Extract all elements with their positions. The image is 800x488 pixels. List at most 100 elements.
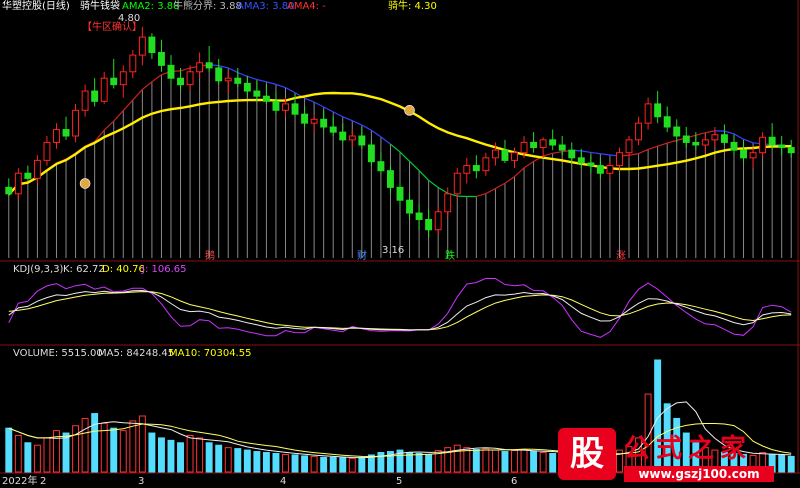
support-line-segment	[514, 167, 525, 178]
candle-body	[367, 144, 375, 163]
watermark-title: 公式之家	[624, 434, 753, 464]
candle-body	[129, 54, 137, 73]
support-line-segment	[409, 160, 420, 171]
candle-body	[329, 126, 337, 133]
volume-bar	[282, 453, 289, 473]
support-line-segment	[399, 151, 410, 162]
volume-bar	[511, 450, 518, 473]
volume-bar	[119, 430, 127, 473]
volume-bar	[520, 449, 528, 473]
volume-bar	[62, 432, 70, 473]
support-line-segment	[285, 87, 296, 94]
candle-body	[72, 109, 80, 137]
support-line-segment	[657, 142, 668, 147]
support-line-segment	[371, 129, 382, 138]
candle-body	[167, 64, 175, 79]
candle-body	[148, 36, 156, 54]
volume-bar	[539, 452, 547, 473]
volume-bar	[329, 456, 337, 473]
volume-bar	[72, 425, 80, 473]
volume-bar	[463, 447, 471, 473]
support-line-segment	[428, 179, 439, 188]
volume-bar	[253, 451, 261, 473]
support-line-segment	[390, 143, 401, 153]
candle-body	[320, 118, 328, 128]
support-line-segment	[647, 145, 658, 151]
volume-bar	[291, 454, 299, 473]
support-line-segment	[495, 182, 506, 190]
candle-body	[596, 165, 604, 174]
candle-body	[215, 67, 223, 82]
support-line-segment	[581, 150, 591, 154]
support-line-segment	[151, 74, 162, 83]
candle-body	[673, 126, 681, 137]
volume-bar	[415, 452, 423, 473]
volume-bar	[148, 432, 156, 473]
support-line-segment	[485, 187, 496, 195]
volume-bar	[33, 444, 41, 473]
candle-body	[577, 157, 585, 164]
support-line-segment	[103, 120, 115, 131]
support-line-segment	[332, 111, 344, 118]
support-line-segment	[743, 138, 754, 144]
volume-bar	[177, 442, 184, 473]
money-bag-icon	[404, 105, 415, 116]
volume-bar	[91, 413, 99, 473]
kdj-j-line	[8, 277, 792, 338]
volume-bar	[358, 456, 366, 473]
volume-bar	[530, 451, 538, 473]
support-line-segment	[476, 192, 487, 198]
volume-bar	[167, 439, 175, 473]
candle-body	[396, 186, 404, 201]
candle-body	[157, 52, 165, 66]
candle-body	[625, 139, 633, 154]
support-line-segment	[266, 81, 277, 85]
watermark-logo: 股	[558, 428, 616, 480]
candle-body	[692, 141, 700, 146]
candle-body	[616, 152, 623, 167]
stock-chart[interactable]	[0, 0, 800, 488]
candle-body	[425, 218, 433, 231]
volume-bar	[482, 448, 490, 473]
volume-bar	[301, 455, 309, 473]
candle-body	[701, 139, 709, 146]
candle-body	[291, 103, 299, 115]
candle-body	[386, 170, 394, 188]
candle-body	[262, 95, 270, 102]
support-line-segment	[132, 89, 143, 101]
volume-bar	[24, 442, 32, 473]
volume-bar	[14, 434, 22, 473]
support-line-segment	[237, 72, 248, 77]
candle-body	[587, 162, 595, 167]
volume-bar	[81, 417, 89, 473]
candle-body	[43, 141, 51, 161]
candle-body	[243, 82, 251, 92]
support-line-segment	[141, 81, 153, 90]
candle-body	[5, 186, 13, 195]
candle-body	[33, 159, 41, 179]
support-line-segment	[352, 120, 363, 126]
candle-body	[358, 135, 366, 146]
support-line-segment	[342, 116, 353, 122]
candle-body	[511, 152, 518, 161]
candle-body	[224, 77, 232, 82]
volume-bar	[339, 457, 347, 473]
candle-body	[501, 149, 509, 161]
candle-body	[377, 161, 385, 172]
support-line-segment	[361, 124, 372, 131]
support-line-segment	[724, 130, 735, 135]
volume-bar	[5, 427, 13, 473]
candle-body	[177, 77, 184, 86]
candle-body	[720, 134, 728, 143]
candle-body	[434, 211, 442, 231]
candle-body	[444, 193, 452, 213]
candle-body	[62, 129, 70, 137]
volume-bar	[43, 437, 51, 473]
candle-body	[778, 144, 786, 149]
candle-body	[787, 147, 795, 154]
support-line-segment	[437, 186, 449, 194]
candle-body	[530, 141, 538, 149]
candle-body	[272, 100, 280, 111]
candle-body	[759, 136, 767, 154]
candle-body	[186, 71, 194, 86]
